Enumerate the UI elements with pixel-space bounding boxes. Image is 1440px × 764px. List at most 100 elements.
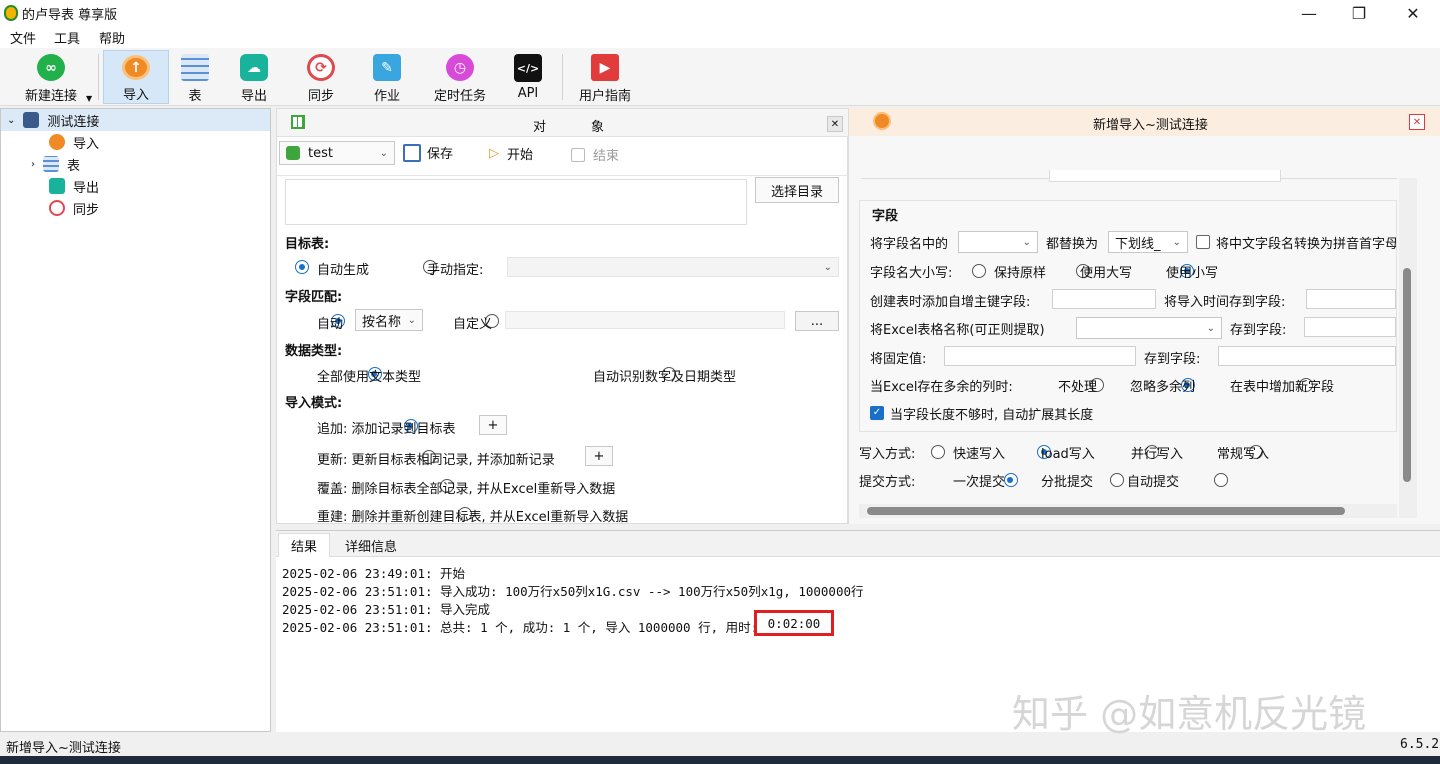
tree-item-connection[interactable]: ⌄ 测试连接 (1, 109, 270, 131)
commit-batch-label: 分批提交 (1041, 475, 1094, 490)
target-table-select[interactable]: ⌄ (507, 257, 839, 277)
end-button[interactable]: 结束 (571, 145, 619, 164)
auto-generate-label: 自动生成 (317, 263, 370, 278)
close-tab-icon[interactable]: ✕ (1409, 114, 1425, 130)
minimize-button[interactable]: — (1286, 0, 1332, 26)
write-fast-label: 快速写入 (953, 447, 1006, 462)
mode-rebuild-label: 重建: 删除并重新创建目标表, 并从Excel重新导入数据 (317, 510, 629, 525)
sheet-store-field[interactable] (1304, 317, 1396, 337)
export-label: 导出 (240, 89, 267, 104)
new-connection-label: 新建连接 (24, 89, 77, 104)
toolbar: ∞ 新建连接 ▼ ↑ 导入 表 ☁ 导出 ⟳ 同步 ✎ 作业 ◷ 定时任务 </… (0, 48, 1440, 106)
match-by-select[interactable]: 按名称 ⌄ (355, 309, 423, 331)
chevron-right-icon[interactable]: › (31, 159, 35, 170)
database-icon (23, 112, 40, 128)
auto-pk-field[interactable] (1052, 289, 1156, 309)
table-icon (43, 156, 59, 172)
object-panel: 对 象 ✕ test ⌄ 保存 ▷ 开始 结束 选择目录 目标表: 自动生成 手… (276, 108, 849, 525)
grid-icon (291, 115, 305, 129)
commit-once-radio[interactable] (1003, 473, 1018, 487)
replace-with-select[interactable]: 下划线_ ⌄ (1108, 231, 1188, 253)
menu-help[interactable]: 帮助 (99, 28, 125, 47)
commit-auto-radio[interactable] (1213, 473, 1228, 487)
chevron-down-icon: ⌄ (823, 261, 832, 273)
case-keep-label: 保持原样 (994, 266, 1047, 281)
export-button[interactable]: ☁ 导出 (230, 50, 278, 104)
tab-results[interactable]: 结果 (278, 533, 330, 557)
save-button[interactable]: 保存 (403, 143, 453, 162)
close-button[interactable]: ✕ (1390, 0, 1436, 26)
fixed-value-field[interactable] (944, 346, 1136, 366)
custom-mapping-button[interactable]: ... (795, 311, 839, 331)
case-lower-label: 使用小写 (1166, 266, 1219, 281)
api-button[interactable]: </> API (506, 50, 550, 104)
pinyin-label: 将中文字段名转换为拼音首字母 (1216, 237, 1396, 252)
export-icon (49, 178, 65, 194)
menu-tools[interactable]: 工具 (54, 28, 80, 47)
job-button[interactable]: ✎ 作业 (362, 50, 412, 104)
commit-batch-radio[interactable] (1109, 473, 1124, 487)
replace-chars-select[interactable]: ⌄ (958, 231, 1038, 253)
commit-once-label: 一次提交 (953, 475, 1006, 490)
chevron-down-icon: ⌄ (1022, 236, 1031, 248)
tree-item-table[interactable]: › 表 (1, 153, 270, 175)
fixed-value-label: 将固定值: (870, 352, 927, 367)
horizontal-scroll-thumb[interactable] (867, 507, 1345, 515)
expand-length-checkbox[interactable]: ✓ (870, 406, 884, 420)
database-select[interactable]: test ⌄ (279, 141, 395, 165)
table-button[interactable]: 表 (172, 50, 218, 104)
write-fast-radio[interactable] (931, 445, 945, 459)
new-connection-button[interactable]: ∞ 新建连接 (16, 50, 86, 104)
close-panel-icon[interactable]: ✕ (827, 116, 843, 132)
elapsed-time-value: 0:02:00 (767, 615, 821, 631)
sheet-name-label: 将Excel表格名称(可正则提取) (870, 323, 1045, 338)
custom-mapping-field[interactable] (505, 311, 785, 329)
data-type-label: 数据类型: (285, 344, 343, 359)
tree-sync-label: 同步 (73, 202, 100, 218)
import-icon (49, 134, 65, 150)
horizontal-scrollbar[interactable] (859, 504, 1397, 518)
auto-pk-label: 创建表时添加自增主键字段: (870, 295, 1031, 310)
log-line: 2025-02-06 23:51:01: 导入成功: 100万行x50列x1G.… (282, 584, 864, 599)
source-path-field[interactable] (285, 179, 747, 225)
tree-item-sync[interactable]: 同步 (1, 197, 270, 219)
chevron-down-icon[interactable]: ▼ (86, 94, 92, 103)
extra-cols-label: 当Excel存在多余的列时: (870, 380, 1013, 395)
tree-import-label: 导入 (73, 136, 100, 152)
start-button[interactable]: ▷ 开始 (489, 144, 533, 163)
import-time-field[interactable] (1306, 289, 1396, 309)
import-mode-label: 导入模式: (285, 396, 343, 411)
vertical-scroll-thumb[interactable] (1403, 268, 1411, 482)
scheduled-task-button[interactable]: ◷ 定时任务 (428, 50, 492, 104)
maximize-button[interactable]: ❐ (1336, 0, 1382, 26)
auto-generate-radio[interactable] (295, 260, 309, 274)
tree-item-import[interactable]: 导入 (1, 131, 270, 153)
sheet-name-select[interactable]: ⌄ (1076, 317, 1222, 339)
pinyin-checkbox[interactable] (1196, 235, 1210, 249)
menu-file[interactable]: 文件 (10, 28, 36, 47)
update-options-button[interactable]: + (585, 446, 613, 466)
import-button[interactable]: ↑ 导入 (103, 50, 169, 104)
case-keep-radio[interactable] (972, 264, 986, 278)
fixed-store-field[interactable] (1218, 346, 1396, 366)
append-options-button[interactable]: + (479, 415, 507, 435)
clock-icon: ◷ (446, 54, 474, 81)
vertical-scrollbar[interactable] (1399, 178, 1417, 518)
tree-item-export[interactable]: 导出 (1, 175, 270, 197)
tab-details[interactable]: 详细信息 (336, 533, 406, 557)
chevron-down-icon[interactable]: ⌄ (7, 115, 15, 126)
save-icon (403, 143, 421, 162)
object-panel-header: 对 象 ✕ (277, 109, 849, 137)
sync-button[interactable]: ⟳ 同步 (296, 50, 346, 104)
expand-length-label: 当字段长度不够时, 自动扩展其长度 (890, 408, 1094, 423)
user-guide-button[interactable]: ▶ 用户指南 (572, 50, 638, 104)
fields-group-title: 字段 (870, 205, 901, 224)
tab-results-label: 结果 (290, 540, 317, 555)
link-icon: ∞ (37, 54, 65, 81)
log-line: 2025-02-06 23:51:01: 总共: 1 个, 成功: 1 个, 导… (282, 620, 759, 635)
commit-label: 提交方式: (859, 475, 916, 490)
import-label: 导入 (122, 88, 149, 103)
start-label: 开始 (507, 148, 534, 163)
app-logo-icon (4, 5, 18, 21)
choose-directory-button[interactable]: 选择目录 (755, 177, 839, 203)
